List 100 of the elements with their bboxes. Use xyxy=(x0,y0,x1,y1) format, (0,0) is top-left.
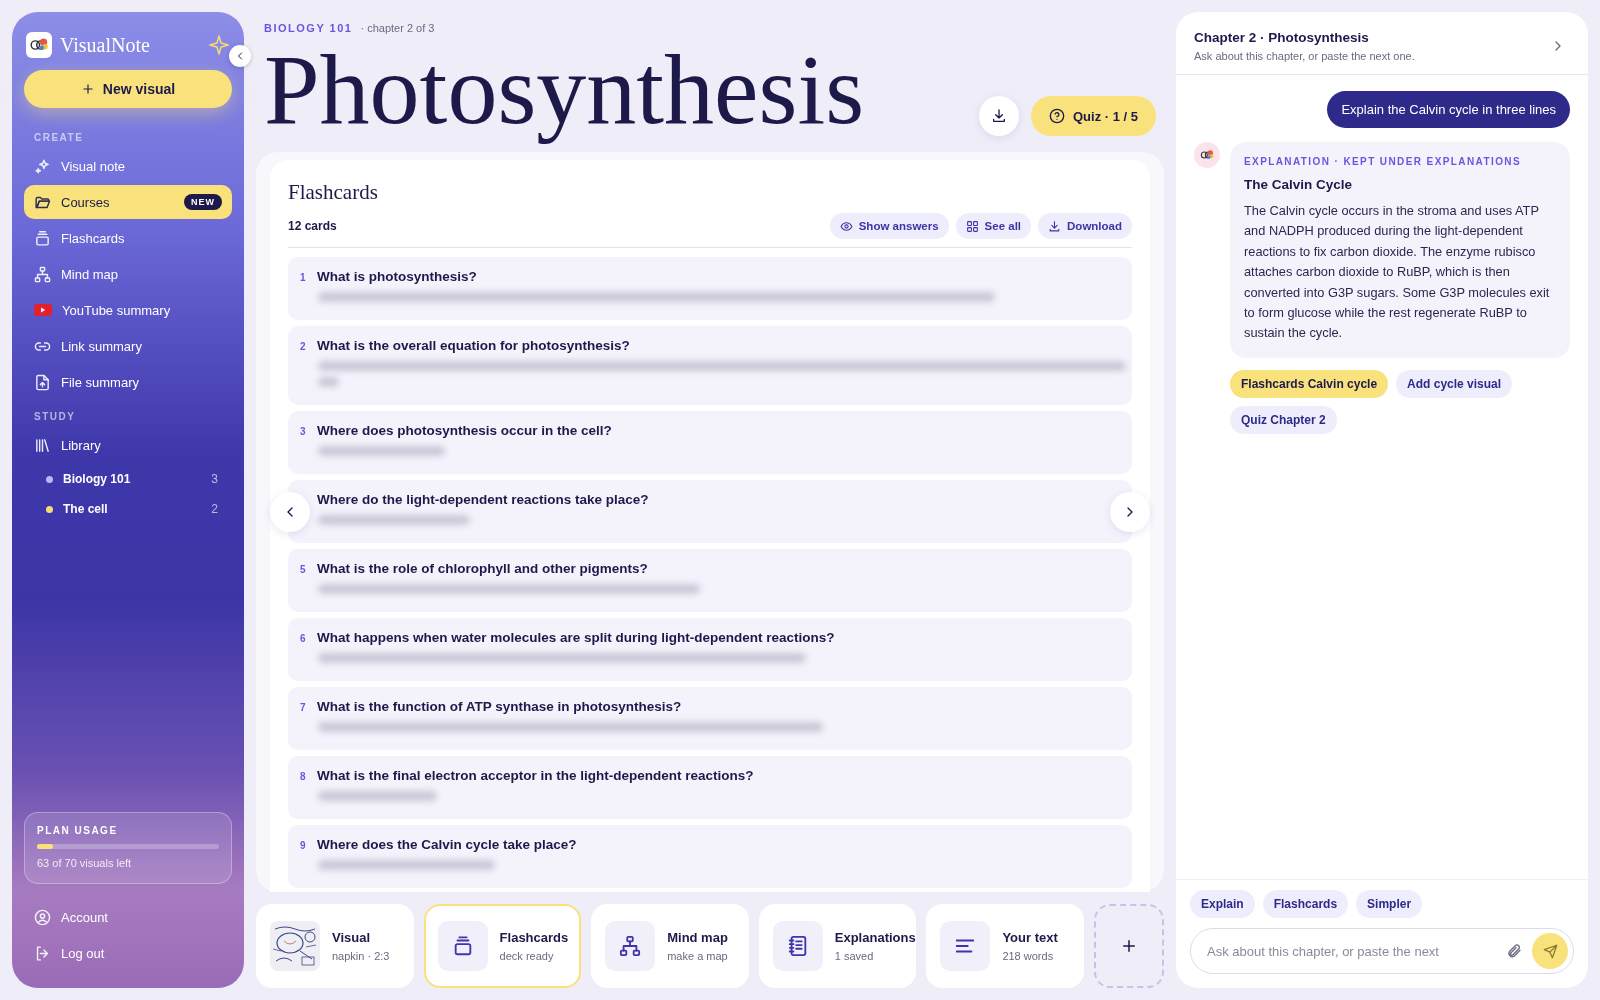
quick-action-chip[interactable]: Flashcards xyxy=(1262,890,1349,918)
tab-title: Mind map xyxy=(667,930,728,945)
send-button[interactable] xyxy=(1532,933,1568,969)
nav-item[interactable]: Library xyxy=(24,428,232,462)
tab-subtitle: deck ready xyxy=(499,950,555,962)
message-title: The Calvin Cycle xyxy=(1244,177,1354,192)
flashcard[interactable]: 5 What is the role of chlorophyll and other pigments? xyxy=(288,549,1132,612)
logo-icon xyxy=(26,32,52,58)
tab-subtitle: napkin · 2:3 xyxy=(332,950,390,962)
logout-icon xyxy=(34,944,51,962)
suggestion-chip[interactable]: Add cycle visual xyxy=(1396,369,1513,398)
section-heading: CREATE xyxy=(33,131,85,145)
flashcard[interactable]: 1 What is photosynthesis? xyxy=(288,257,1132,320)
grid-icon xyxy=(965,219,979,233)
flashcard[interactable]: Where do the light-dependent reactions take place? xyxy=(288,480,1132,543)
eye-icon xyxy=(839,219,853,233)
download-button[interactable] xyxy=(979,96,1019,136)
library-icon xyxy=(34,436,51,454)
nav-item[interactable]: File summary xyxy=(24,365,232,399)
nav-item[interactable]: Mind map xyxy=(24,257,232,291)
flashcard[interactable]: 6 What happens when water molecules are split during light-dependent reactions? xyxy=(288,618,1132,681)
output-tab[interactable]: Explanations 1 saved xyxy=(758,904,917,988)
section-heading: STUDY xyxy=(33,410,77,424)
nav-item[interactable]: Link summary xyxy=(24,329,232,363)
see-all-button[interactable]: See all xyxy=(955,213,1032,239)
download-icon xyxy=(1048,219,1062,233)
help-circle-icon xyxy=(1049,108,1065,124)
file-upload-icon xyxy=(34,373,51,391)
card-question: What is the role of chlorophyll and other pigments? xyxy=(317,561,648,576)
nav-item[interactable]: Courses NEW xyxy=(24,185,232,219)
message-text: The Calvin cycle occurs in the stroma and uses ATP and NADPH produced during the light-dependent reactions to fix carbon dioxide. The enzyme rubisco attaches carbon dioxide to RuBP, which is then converted into G3P sugars. Some G3P molecules exit to form glucose while the rest regenerate RuBP to sustain the cycle. xyxy=(1244,202,1551,343)
suggestion-chip[interactable]: Flashcards Calvin cycle xyxy=(1230,369,1389,398)
card-question: What happens when water molecules are split during light-dependent reactions? xyxy=(317,630,835,645)
flashcard[interactable]: 2 What is the overall equation for photosynthesis? xyxy=(288,326,1132,405)
card-question: Where does the Calvin cycle take place? xyxy=(317,837,577,852)
download-button[interactable]: Download xyxy=(1038,213,1132,239)
sparkle-icon xyxy=(34,157,51,175)
output-tab[interactable]: Visual napkin · 2:3 xyxy=(256,904,414,988)
message-label: EXPLANATION · KEPT UNDER EXPLANATIONS xyxy=(1244,156,1522,167)
account-icon xyxy=(34,908,51,926)
tab-title: Flashcards xyxy=(499,930,569,945)
card-question: What is the overall equation for photosynthesis? xyxy=(317,338,630,353)
tab-subtitle: 218 words xyxy=(1002,950,1055,962)
tab-title: Your text xyxy=(1002,930,1058,945)
card-number: 5 xyxy=(300,564,307,575)
collapse-button[interactable] xyxy=(229,45,251,67)
message-input[interactable]: Ask about this chapter, or paste the next xyxy=(1205,942,1496,960)
send-icon xyxy=(1542,943,1558,959)
flashcard[interactable]: 9 Where does the Calvin cycle take place? xyxy=(288,825,1132,888)
nav-item[interactable]: Log out xyxy=(24,936,232,970)
card-number: 1 xyxy=(300,272,307,283)
tab-subtitle: make a map xyxy=(667,950,728,962)
nav-item[interactable]: Visual note xyxy=(24,149,232,183)
hierarchy-icon xyxy=(619,935,642,957)
card-number: 2 xyxy=(300,341,307,352)
nav-item[interactable]: Flashcards xyxy=(24,221,232,255)
hierarchy-icon xyxy=(34,265,51,283)
course-breadcrumb[interactable]: BIOLOGY 101 xyxy=(264,22,353,34)
new-visual-button[interactable]: New visual xyxy=(24,70,232,108)
card-number: 3 xyxy=(300,426,307,437)
tab-title: Explanations xyxy=(834,930,916,945)
flashcard[interactable]: 7 What is the function of ATP synthase in photosynthesis? xyxy=(288,687,1132,750)
output-tab[interactable]: Flashcards deck ready xyxy=(423,904,582,988)
card-question: What is the final electron acceptor in the light-dependent reactions? xyxy=(317,768,754,783)
flashcard[interactable]: 3 Where does photosynthesis occur in the cell? xyxy=(288,411,1132,474)
card-number: 6 xyxy=(300,633,307,644)
card-question: Where does photosynthesis occur in the cell? xyxy=(317,423,612,438)
suggestion-chip[interactable]: Quiz Chapter 2 xyxy=(1230,405,1337,434)
flashcard[interactable]: 8 What is the final electron acceptor in the light-dependent reactions? xyxy=(288,756,1132,819)
output-tab[interactable]: Mind map make a map xyxy=(591,904,749,988)
output-tab[interactable]: Your text 218 words xyxy=(926,904,1084,988)
plus-icon xyxy=(80,82,95,96)
chat-subtitle: Ask about this chapter, or paste the next one. xyxy=(1194,50,1416,62)
card-question: What is photosynthesis? xyxy=(317,269,477,284)
nav-item[interactable]: Account xyxy=(24,900,232,934)
quick-action-chip[interactable]: Simpler xyxy=(1356,890,1423,918)
card-question: What is the function of ATP synthase in photosynthesis? xyxy=(317,699,682,714)
paperclip-icon xyxy=(1506,943,1522,959)
tab-subtitle: 1 saved xyxy=(834,950,875,962)
assistant-avatar xyxy=(1194,142,1220,168)
library-folder[interactable]: The cell 2 xyxy=(24,494,232,524)
app-logo-text: VisualNote xyxy=(60,33,151,57)
card-number: 7 xyxy=(300,702,307,713)
card-number: 8 xyxy=(300,771,307,782)
notebook-icon xyxy=(786,935,809,957)
chat-title: Chapter 2 · Photosynthesis xyxy=(1194,30,1370,45)
quick-action-chip[interactable]: Explain xyxy=(1190,890,1255,918)
show-answers-button[interactable]: Show answers xyxy=(829,213,949,239)
nav-item[interactable]: YouTube summary xyxy=(24,293,232,327)
sparkle-icon xyxy=(208,34,230,56)
quiz-button[interactable]: Quiz · 1 / 5 xyxy=(1031,96,1156,136)
plan-usage-heading: PLAN USAGE xyxy=(37,825,119,836)
card-count: 12 cards xyxy=(288,219,337,233)
card-number: 9 xyxy=(300,840,307,851)
item-count: 2 xyxy=(211,502,218,516)
card-question: Where do the light-dependent reactions take place? xyxy=(317,492,649,507)
tab-title: Visual xyxy=(332,930,372,945)
chapter-indicator: · chapter 2 of 3 xyxy=(360,22,435,34)
download-icon xyxy=(991,108,1007,124)
library-folder[interactable]: Biology 101 3 xyxy=(24,464,232,494)
